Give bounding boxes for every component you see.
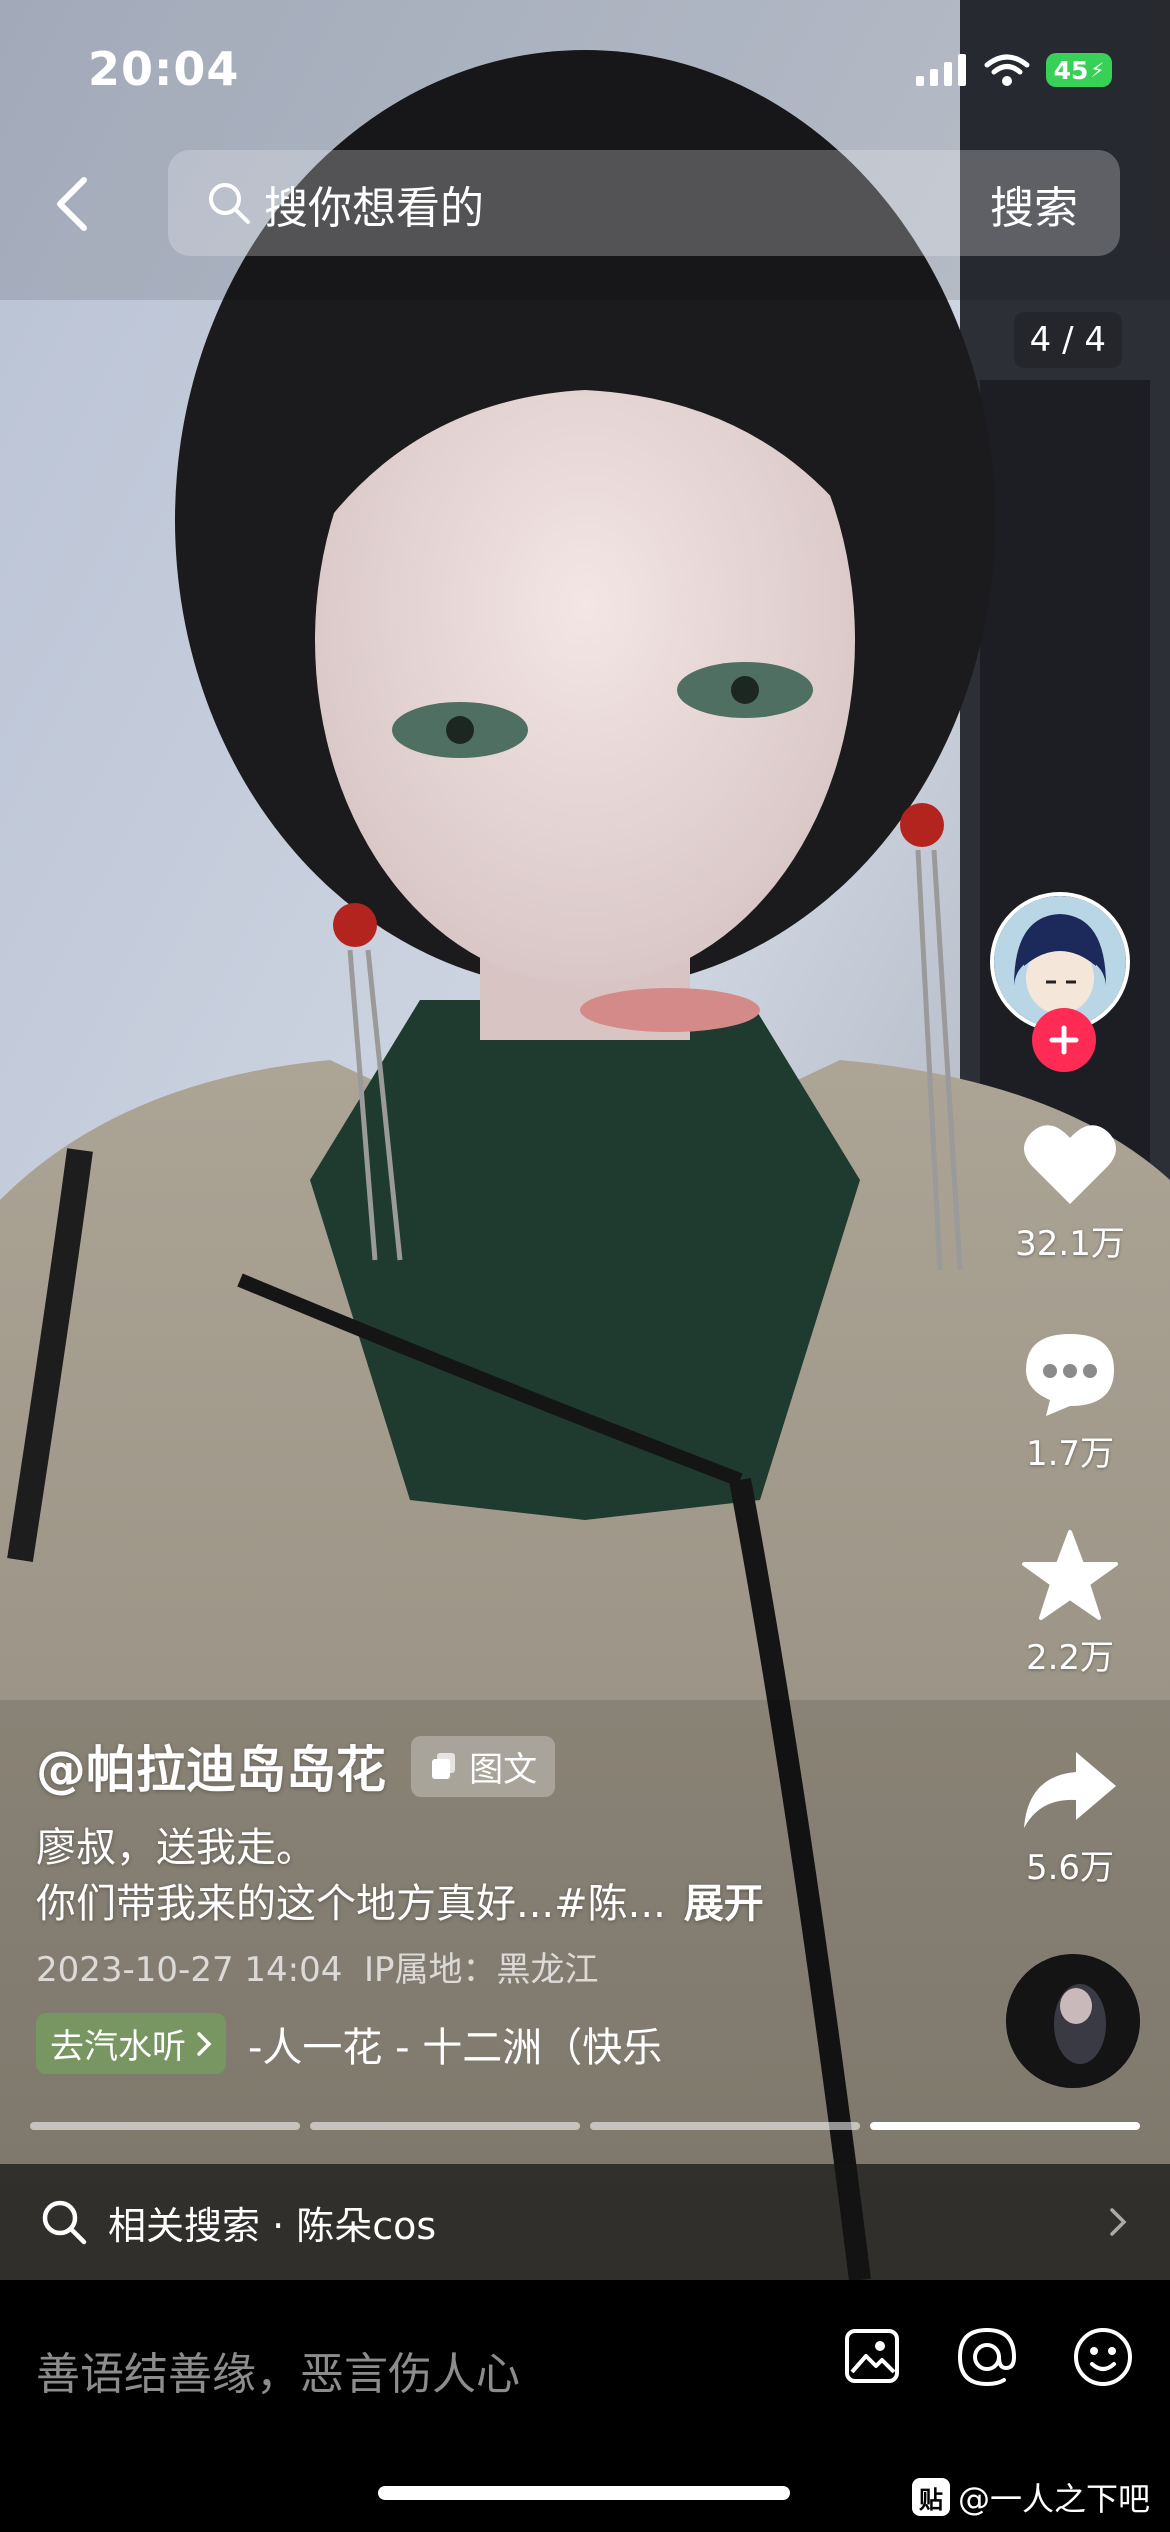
chevron-right-icon bbox=[1110, 2208, 1127, 2236]
favorite-button[interactable]: 2.2万 bbox=[990, 1528, 1150, 1679]
post-info: @帕拉迪岛岛花 图文 廖叔，送我走。 你们带我来的这个地方真好...#陈... 展… bbox=[36, 1730, 936, 2074]
related-search-bar[interactable]: 相关搜索 · 陈朵cos bbox=[0, 2164, 1170, 2280]
progress-segment bbox=[30, 2122, 300, 2130]
screen: 20:04 45 ⚡ 搜你想看的 搜索 4 / 4 32.1万 1.7万 2.2… bbox=[0, 0, 1170, 2532]
post-type-badge: 图文 bbox=[411, 1735, 556, 1797]
search-placeholder: 搜你想看的 bbox=[264, 183, 484, 234]
post-type-label: 图文 bbox=[469, 1749, 538, 1790]
music-disc[interactable] bbox=[1006, 1954, 1140, 2088]
battery-icon: 45 ⚡ bbox=[1046, 53, 1112, 87]
search-icon bbox=[206, 180, 252, 230]
share-arrow-icon bbox=[1024, 1752, 1116, 1828]
search-button[interactable]: 搜索 bbox=[990, 172, 1078, 236]
heart-icon bbox=[1024, 1125, 1116, 1204]
post-ip-location: IP属地：黑龙江 bbox=[364, 1950, 599, 1990]
comment-icon bbox=[1026, 1334, 1114, 1416]
home-indicator[interactable] bbox=[378, 2486, 790, 2500]
comment-input[interactable]: 善语结善缘，恶言伤人心 bbox=[36, 2338, 520, 2402]
like-button[interactable]: 32.1万 bbox=[990, 1118, 1150, 1265]
top-bar: 搜你想看的 搜索 bbox=[0, 150, 1170, 260]
battery-level: 45 bbox=[1053, 55, 1089, 85]
status-icons: 45 ⚡ bbox=[916, 50, 1112, 90]
watermark-text: @一人之下吧 bbox=[957, 2480, 1150, 2518]
music-app-link[interactable]: 去汽水听 bbox=[36, 2013, 226, 2074]
image-text-icon bbox=[432, 1753, 456, 1779]
comment-button[interactable]: 1.7万 bbox=[990, 1328, 1150, 1475]
like-count: 32.1万 bbox=[1015, 1224, 1125, 1264]
description-line-1: 廖叔，送我走。 bbox=[36, 1825, 316, 1871]
author-name[interactable]: @帕拉迪岛岛花 bbox=[36, 1730, 386, 1802]
search-input[interactable]: 搜你想看的 搜索 bbox=[168, 150, 1120, 256]
at-mention-icon[interactable] bbox=[956, 2326, 1018, 2388]
favorite-count: 2.2万 bbox=[1025, 1638, 1115, 1678]
share-count: 5.6万 bbox=[1025, 1848, 1115, 1888]
image-icon[interactable] bbox=[842, 2326, 902, 2386]
progress-segment bbox=[310, 2122, 580, 2130]
expand-button[interactable]: 展开 bbox=[684, 1881, 764, 1927]
music-row: 去汽水听 -人一花 - 十二洲（快乐 bbox=[36, 2013, 936, 2074]
chevron-left-icon bbox=[57, 177, 87, 231]
post-date: 2023-10-27 14:04 bbox=[36, 1950, 343, 1990]
plus-icon bbox=[1049, 1025, 1079, 1055]
wifi-icon bbox=[984, 54, 1030, 86]
music-app-label: 去汽水听 bbox=[50, 2027, 186, 2067]
comment-count: 1.7万 bbox=[1025, 1434, 1115, 1474]
description-line-2: 你们带我来的这个地方真好...#陈... bbox=[36, 1881, 666, 1927]
progress-segment bbox=[870, 2122, 1140, 2130]
watermark-icon: 贴 bbox=[911, 2478, 950, 2516]
page-indicator: 4 / 4 bbox=[1013, 312, 1122, 368]
post-meta: 2023-10-27 14:04 IP属地：黑龙江 bbox=[36, 1942, 936, 1991]
related-search-label: 相关搜索 · 陈朵cos bbox=[108, 2203, 437, 2248]
watermark: 贴 @一人之下吧 bbox=[911, 2474, 1150, 2520]
back-button[interactable] bbox=[40, 172, 104, 236]
music-title[interactable]: -人一花 - 十二洲（快乐 bbox=[248, 2015, 662, 2073]
comment-tools bbox=[842, 2326, 1134, 2388]
post-description[interactable]: 廖叔，送我走。 你们带我来的这个地方真好...#陈... 展开 bbox=[36, 1820, 936, 1932]
follow-button[interactable] bbox=[1032, 1008, 1096, 1072]
chevron-right-icon bbox=[197, 2031, 212, 2056]
star-icon bbox=[1022, 1530, 1118, 1620]
status-time: 20:04 bbox=[88, 42, 240, 96]
share-button[interactable]: 5.6万 bbox=[990, 1748, 1150, 1889]
emoji-icon[interactable] bbox=[1072, 2326, 1134, 2388]
status-bar: 20:04 45 ⚡ bbox=[0, 0, 1170, 140]
progress-segment bbox=[590, 2122, 860, 2130]
signal-icon bbox=[916, 54, 966, 86]
carousel-progress bbox=[30, 2122, 1140, 2130]
search-icon bbox=[42, 2200, 87, 2245]
